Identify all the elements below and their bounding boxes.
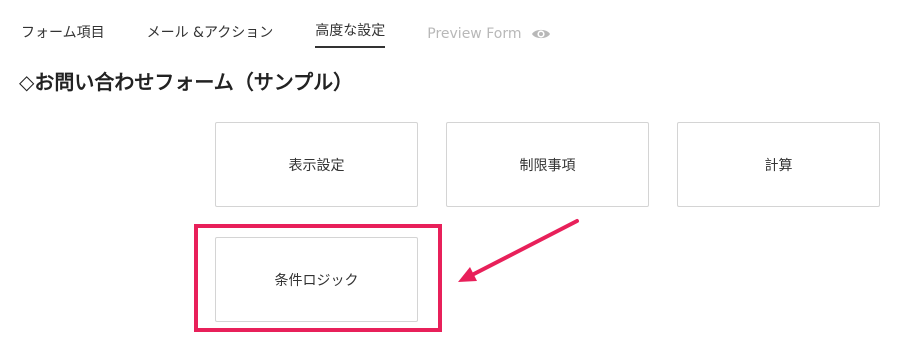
annotation-arrow-icon (458, 219, 579, 282)
